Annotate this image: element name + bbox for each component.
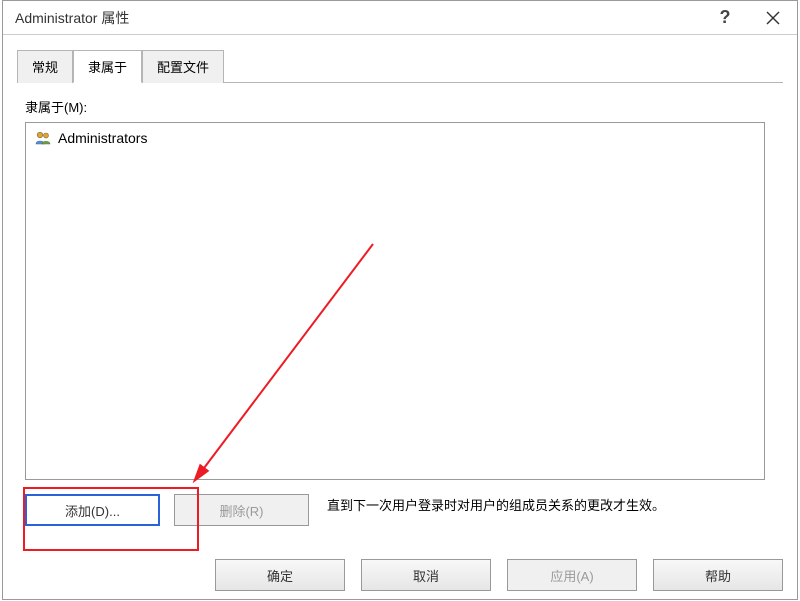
- ok-button[interactable]: 确定: [215, 559, 345, 591]
- info-text: 直到下一次用户登录时对用户的组成员关系的更改才生效。: [327, 494, 775, 516]
- tab-strip: 常规 隶属于 配置文件: [17, 49, 783, 83]
- memberof-label: 隶属于(M):: [25, 97, 775, 116]
- window-title: Administrator 属性: [15, 8, 701, 28]
- help-button[interactable]: 帮助: [653, 559, 783, 591]
- help-icon[interactable]: ?: [701, 1, 749, 35]
- cancel-button[interactable]: 取消: [361, 559, 491, 591]
- below-list-row: 添加(D)... 删除(R) 直到下一次用户登录时对用户的组成员关系的更改才生效…: [25, 494, 775, 526]
- memberof-panel: 隶属于(M): Administrators: [17, 83, 783, 526]
- dialog-buttons: 确定 取消 应用(A) 帮助: [215, 559, 783, 591]
- apply-button: 应用(A): [507, 559, 637, 591]
- groups-listbox[interactable]: Administrators: [25, 122, 765, 480]
- list-item-label: Administrators: [58, 130, 147, 146]
- tab-memberof[interactable]: 隶属于: [73, 50, 142, 83]
- listbox-buttons: 添加(D)... 删除(R): [25, 494, 309, 526]
- remove-button: 删除(R): [174, 494, 309, 526]
- list-item[interactable]: Administrators: [30, 127, 760, 149]
- add-button[interactable]: 添加(D)...: [25, 494, 160, 526]
- properties-dialog: Administrator 属性 ? 常规 隶属于 配置文件 隶属于(M):: [2, 0, 798, 600]
- dialog-content: 常规 隶属于 配置文件 隶属于(M): Administrators: [3, 35, 797, 526]
- tab-profile[interactable]: 配置文件: [142, 50, 224, 83]
- group-icon: [34, 129, 52, 147]
- close-icon[interactable]: [749, 1, 797, 35]
- tab-general[interactable]: 常规: [17, 50, 73, 83]
- titlebar: Administrator 属性 ?: [3, 1, 797, 35]
